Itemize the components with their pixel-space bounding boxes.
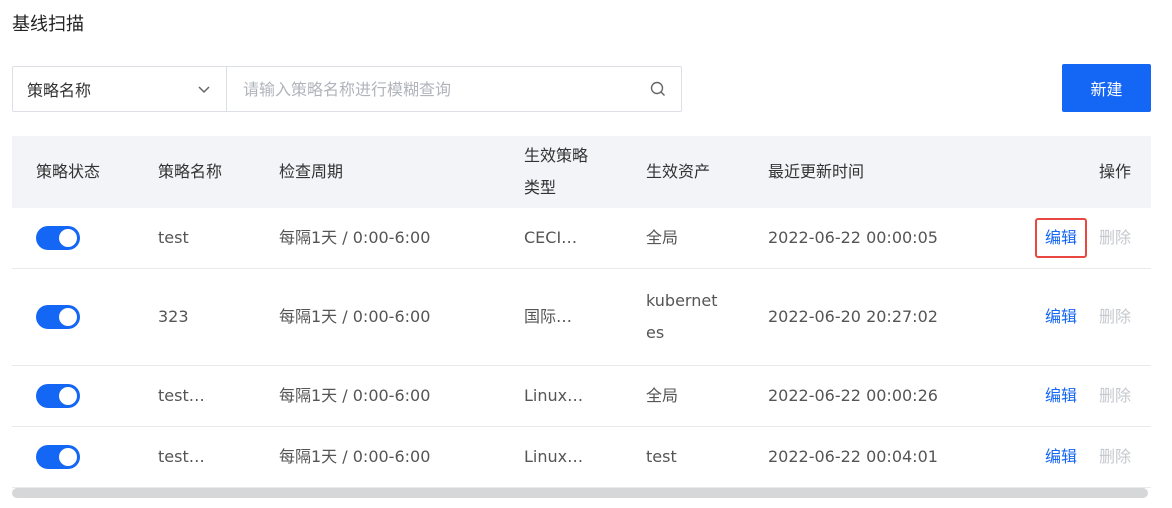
header-actions: 操作	[1098, 162, 1131, 181]
delete-button[interactable]: 删除	[1099, 222, 1131, 254]
horizontal-scrollbar[interactable]	[12, 488, 1148, 498]
row-period: 每隔1天 / 0:00-6:00	[279, 228, 431, 247]
status-toggle[interactable]	[36, 445, 80, 469]
row-assets: kubernet	[646, 291, 718, 310]
header-assets: 生效资产	[646, 162, 711, 181]
row-assets-line2: es	[646, 323, 665, 342]
edit-button[interactable]: 编辑	[1035, 378, 1087, 414]
row-assets: 全局	[646, 228, 679, 247]
row-period: 每隔1天 / 0:00-6:00	[279, 447, 431, 466]
edit-button[interactable]: 编辑	[1035, 299, 1087, 335]
row-updated: 2022-06-20 20:27:02	[768, 307, 938, 326]
header-updated: 最近更新时间	[768, 162, 865, 181]
search-icon[interactable]	[649, 80, 667, 98]
search-input[interactable]	[241, 78, 625, 100]
row-type: 国际…	[524, 307, 573, 326]
row-name: 323	[158, 307, 189, 326]
row-period: 每隔1天 / 0:00-6:00	[279, 307, 431, 326]
header-status: 策略状态	[36, 162, 101, 181]
header-period: 检查周期	[279, 162, 344, 181]
table-row: test 每隔1天 / 0:00-6:00 CECI… 全局 2022-06-2…	[12, 208, 1151, 269]
row-name: test…	[158, 386, 205, 405]
field-select[interactable]: 策略名称	[13, 67, 227, 111]
row-updated: 2022-06-22 00:00:26	[768, 386, 938, 405]
status-toggle[interactable]	[36, 226, 80, 250]
status-toggle[interactable]	[36, 384, 80, 408]
row-updated: 2022-06-22 00:00:05	[768, 228, 938, 247]
page-title: 基线扫描	[12, 14, 84, 35]
row-assets: 全局	[646, 386, 679, 405]
new-button[interactable]: 新建	[1062, 64, 1151, 112]
row-name: test	[158, 228, 189, 247]
edit-button[interactable]: 编辑	[1035, 218, 1088, 258]
row-type: Linux…	[524, 447, 584, 466]
header-type: 生效策略 类型	[524, 136, 634, 208]
field-select-value: 策略名称	[27, 81, 92, 100]
search-box	[227, 67, 681, 111]
edit-button[interactable]: 编辑	[1035, 439, 1087, 475]
table-row: test… 每隔1天 / 0:00-6:00 Linux… 全局 2022-06…	[12, 366, 1151, 427]
chevron-down-icon	[198, 86, 210, 94]
table-row: test… 每隔1天 / 0:00-6:00 Linux… test 2022-…	[12, 427, 1151, 488]
row-type: Linux…	[524, 386, 584, 405]
status-toggle[interactable]	[36, 305, 80, 329]
header-type-line1: 生效策略	[524, 146, 589, 165]
row-updated: 2022-06-22 00:04:01	[768, 447, 938, 466]
row-period: 每隔1天 / 0:00-6:00	[279, 386, 431, 405]
row-assets: test	[646, 447, 677, 466]
policy-table: 策略状态 策略名称 检查周期 生效策略 类型 生效资产 最近更新时间 操作 te…	[12, 136, 1151, 488]
row-name: test…	[158, 447, 205, 466]
row-type: CECI…	[524, 228, 578, 247]
table-row: 323 每隔1天 / 0:00-6:00 国际… kubernet es 202…	[12, 269, 1151, 366]
delete-button[interactable]: 删除	[1099, 380, 1131, 412]
delete-button[interactable]: 删除	[1099, 441, 1131, 473]
header-type-line2: 类型	[524, 178, 557, 197]
header-name: 策略名称	[158, 162, 223, 181]
table-header: 策略状态 策略名称 检查周期 生效策略 类型 生效资产 最近更新时间 操作	[12, 136, 1151, 208]
delete-button[interactable]: 删除	[1099, 301, 1131, 333]
page: 基线扫描 策略名称 新建 策略状态 策略名称 检查周期 生效策略 类型	[0, 0, 1172, 508]
filter-toolbar: 策略名称	[12, 66, 682, 112]
